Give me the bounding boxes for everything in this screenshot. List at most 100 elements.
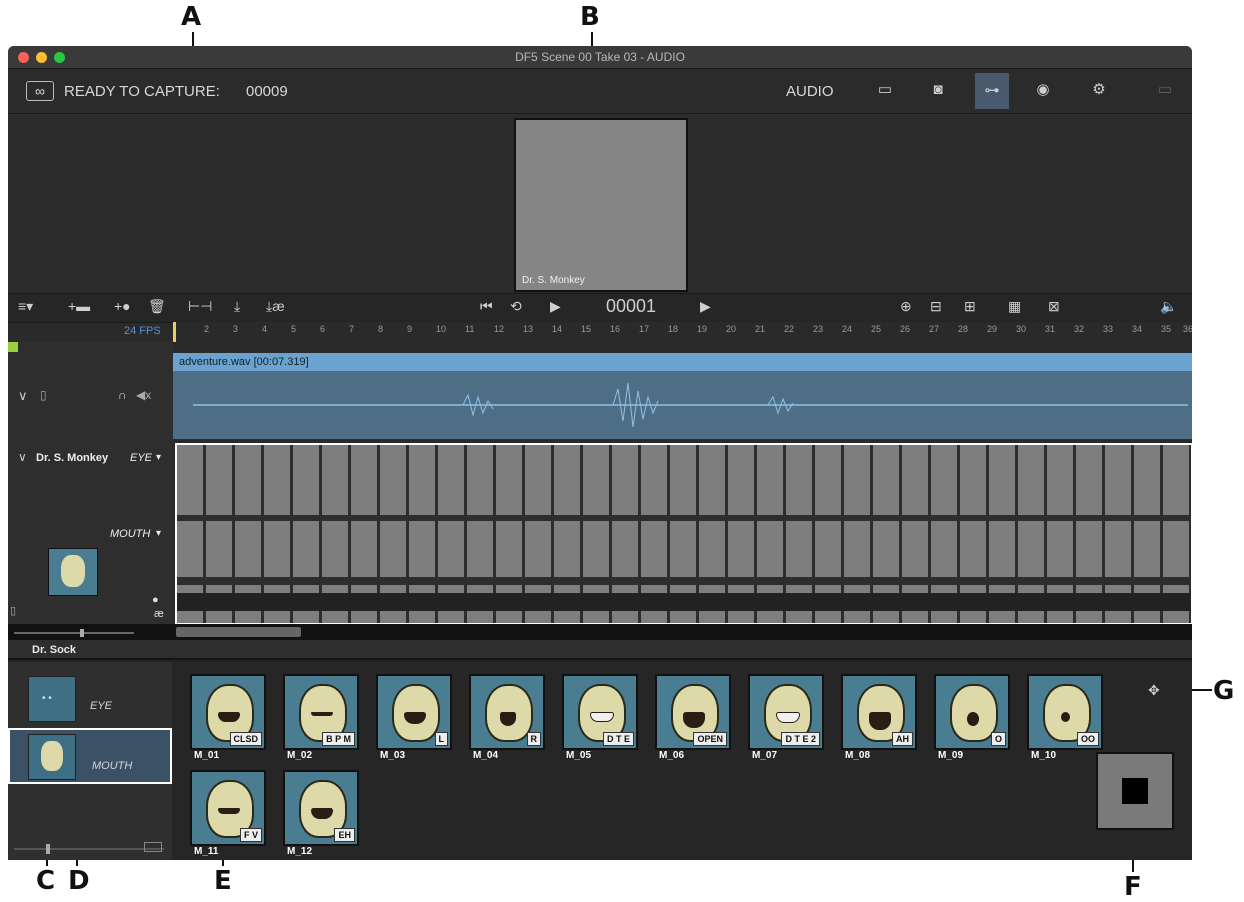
exposure-sheet[interactable] bbox=[175, 443, 1192, 625]
mouth-shape bbox=[404, 712, 426, 724]
track-lock-icon[interactable]: ▯ bbox=[10, 604, 16, 617]
tick: 16 bbox=[610, 324, 621, 334]
phoneme-tag: CLSD bbox=[229, 732, 262, 746]
tick: 30 bbox=[1016, 324, 1027, 334]
audio-track-expand-icon[interactable]: ∨ bbox=[18, 388, 28, 404]
import-icon[interactable]: ⤓ bbox=[234, 298, 240, 315]
phoneme-item[interactable]: L M_03 bbox=[376, 674, 452, 766]
playhead-marker[interactable] bbox=[173, 322, 176, 342]
phoneme-item[interactable]: R M_04 bbox=[469, 674, 545, 766]
viewer-label: Dr. S. Monkey bbox=[522, 275, 585, 286]
phoneme-name: M_05 bbox=[566, 750, 592, 761]
mouth-face bbox=[41, 741, 63, 771]
menu-icon[interactable]: ≡▾ bbox=[18, 298, 33, 315]
thumb-size-large-icon[interactable] bbox=[144, 842, 162, 852]
headphones-icon[interactable]: ∩ bbox=[118, 388, 127, 402]
close-range-icon[interactable]: ⊠ bbox=[1048, 298, 1060, 315]
settings-cog-icon[interactable]: ⚙ bbox=[1086, 79, 1112, 101]
thumb-size-slider[interactable] bbox=[14, 848, 164, 850]
phoneme-item[interactable]: CLSD M_01 bbox=[190, 674, 266, 766]
layer-eye-label[interactable]: EYE bbox=[130, 452, 152, 464]
character-viewer[interactable]: Dr. S. Monkey bbox=[514, 118, 688, 292]
mouth-shape bbox=[311, 712, 333, 716]
camera-icon[interactable]: ◙ bbox=[925, 79, 951, 101]
phoneme-name: M_08 bbox=[845, 750, 871, 761]
phoneme-tag: R bbox=[526, 732, 541, 746]
phoneme-item[interactable]: O M_09 bbox=[934, 674, 1010, 766]
trash-icon[interactable]: 🗑 bbox=[148, 298, 166, 315]
phoneme-item[interactable]: EH M_12 bbox=[283, 770, 359, 860]
zoom-icon[interactable]: ⊕ bbox=[900, 298, 912, 315]
tick: 24 bbox=[842, 324, 853, 334]
eye-layer-divider bbox=[177, 515, 1191, 521]
lipsync-insert-icon[interactable]: ⤓æ bbox=[266, 298, 285, 315]
phoneme-name: M_11 bbox=[194, 846, 219, 857]
phoneme-tag: OO bbox=[1076, 732, 1099, 746]
frame-ruler[interactable]: 2 3 4 5 6 7 8 9 10 11 12 13 14 15 16 17 … bbox=[173, 322, 1192, 342]
set-eye[interactable]: • • EYE bbox=[8, 670, 172, 726]
set-mouth[interactable]: MOUTH bbox=[8, 728, 172, 784]
phoneme-name: M_12 bbox=[287, 846, 313, 857]
phoneme-tag: F V bbox=[239, 828, 262, 842]
audio-track[interactable]: adventure.wav [00:07.319] bbox=[173, 353, 1192, 439]
move-handle-icon[interactable]: ✥ bbox=[1148, 682, 1160, 699]
scroll-thumb[interactable] bbox=[176, 627, 301, 637]
frames-view-icon[interactable]: ▦ bbox=[1008, 298, 1021, 315]
audio-waveform-icon[interactable]: ⊶ bbox=[975, 73, 1009, 109]
zoom-slider-handle[interactable] bbox=[80, 629, 84, 637]
stop-icon bbox=[1122, 778, 1148, 804]
phoneme-item[interactable]: OPEN M_06 bbox=[655, 674, 731, 766]
phoneme-item[interactable]: AH M_08 bbox=[841, 674, 917, 766]
zoom-slider-track[interactable] bbox=[14, 632, 134, 634]
add-track-icon[interactable]: +▬ bbox=[68, 298, 90, 314]
tick: 5 bbox=[291, 324, 297, 334]
thumb-size-handle[interactable] bbox=[46, 844, 50, 854]
lipsync-icon[interactable]: æ bbox=[154, 608, 164, 620]
speaker-icon[interactable]: 🔈 bbox=[1160, 298, 1177, 315]
mouth-shape bbox=[590, 712, 614, 722]
layer-mouth-label[interactable]: MOUTH bbox=[110, 528, 150, 540]
replacement-dock: Dr. Sock • • EYE MOUTH CLSD M_01 B P M M… bbox=[8, 640, 1192, 860]
play-icon[interactable]: ▶ bbox=[550, 298, 561, 315]
mouth-dropdown-icon[interactable]: ▾ bbox=[156, 528, 161, 539]
phoneme-tag: OPEN bbox=[693, 732, 727, 746]
stop-button[interactable] bbox=[1096, 752, 1174, 830]
eye-dropdown-icon[interactable]: ▾ bbox=[156, 452, 161, 463]
phoneme-item[interactable]: F V M_11 bbox=[190, 770, 266, 860]
tick: 36 bbox=[1183, 324, 1192, 334]
phoneme-name: M_03 bbox=[380, 750, 406, 761]
tick: 31 bbox=[1045, 324, 1056, 334]
comment-icon[interactable]: ● bbox=[152, 594, 159, 606]
marker-icon[interactable]: ▶ bbox=[700, 298, 711, 315]
phoneme-item[interactable]: D T E 2 M_07 bbox=[748, 674, 824, 766]
phoneme-item[interactable]: OO M_10 bbox=[1027, 674, 1103, 766]
phoneme-item[interactable]: D T E M_05 bbox=[562, 674, 638, 766]
add-comment-icon[interactable]: +● bbox=[114, 298, 131, 314]
phoneme-thumbnail: OO bbox=[1027, 674, 1103, 750]
tick: 23 bbox=[813, 324, 824, 334]
replacement-sets: • • EYE MOUTH bbox=[8, 662, 172, 860]
track-expand-icon[interactable]: ∨ bbox=[18, 450, 27, 464]
expand-icon[interactable]: ⊞ bbox=[964, 298, 976, 315]
split-view-icon[interactable]: ▭ bbox=[1152, 79, 1178, 101]
phoneme-thumbnail: OPEN bbox=[655, 674, 731, 750]
timeline-scrollbar[interactable] bbox=[8, 624, 1192, 640]
loop-icon[interactable]: ⟲ bbox=[510, 298, 522, 315]
display-icon[interactable]: ▭ bbox=[872, 79, 898, 101]
tick: 6 bbox=[320, 324, 326, 334]
audio-lock-icon[interactable]: ▯ bbox=[40, 388, 47, 402]
tick: 4 bbox=[262, 324, 268, 334]
tick: 9 bbox=[407, 324, 413, 334]
phoneme-tag: D T E bbox=[602, 732, 634, 746]
in-point-marker[interactable] bbox=[8, 342, 18, 352]
insert-audio-icon[interactable]: ⊢⊣ bbox=[188, 298, 212, 315]
light-icon[interactable]: ◉ bbox=[1030, 79, 1056, 101]
phoneme-item[interactable]: B P M M_02 bbox=[283, 674, 359, 766]
mouth-shape bbox=[218, 712, 240, 722]
fit-icon[interactable]: ⊟ bbox=[930, 298, 942, 315]
tick: 12 bbox=[494, 324, 505, 334]
tick: 17 bbox=[639, 324, 650, 334]
phoneme-thumbnail: D T E bbox=[562, 674, 638, 750]
mute-icon[interactable]: ◀x bbox=[136, 388, 151, 402]
go-to-start-icon[interactable]: ⏮ bbox=[480, 298, 493, 315]
